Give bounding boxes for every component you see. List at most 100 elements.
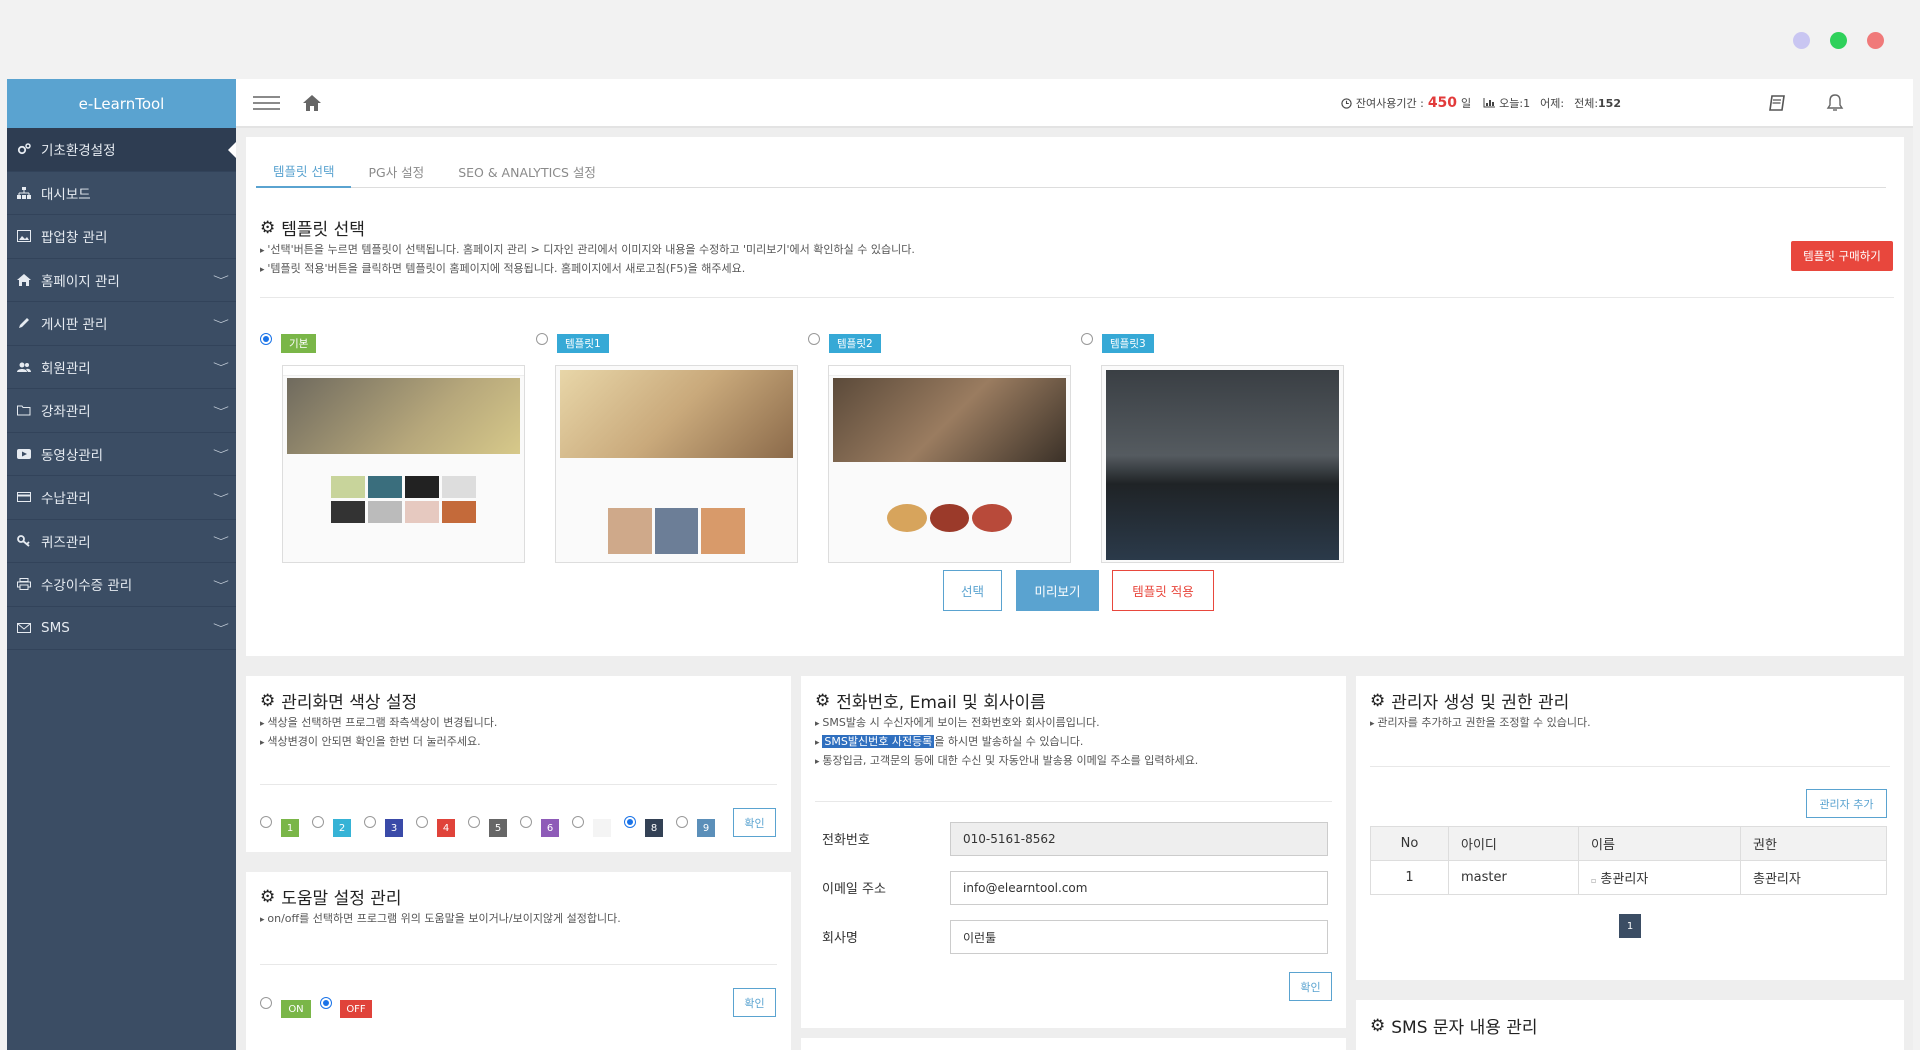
color-radio-1[interactable] — [260, 816, 272, 828]
mail-icon — [17, 622, 31, 634]
cell-role: 총관리자 — [1740, 860, 1887, 895]
brand-logo[interactable]: e-LearnTool — [7, 79, 236, 128]
total-value: 152 — [1598, 96, 1621, 110]
template-tag-2: 템플릿2 — [829, 334, 881, 353]
chevron-down-icon[interactable]: ﹀ — [213, 490, 229, 505]
color-swatch-7: 7 — [593, 819, 611, 837]
help-off-radio[interactable] — [320, 997, 332, 1009]
window-controls — [1793, 32, 1884, 49]
template-radio-default[interactable] — [260, 333, 272, 345]
chevron-down-icon[interactable]: ﹀ — [213, 316, 229, 331]
color-desc-2: 색상변경이 안되면 확인을 한번 더 눌러주세요. — [260, 733, 497, 752]
color-swatch-2: 2 — [333, 819, 351, 837]
book-icon[interactable] — [1768, 93, 1788, 113]
color-radio-5[interactable] — [468, 816, 480, 828]
template-select-button[interactable]: 선택 — [943, 570, 1002, 611]
hamburger-menu-icon[interactable] — [253, 95, 280, 110]
company-field[interactable]: 이런툴 — [950, 920, 1328, 954]
template-desc-2: '템플릿 적용'버튼을 클릭하면 템플릿이 홈페이지에 적용됩니다. 홈페이지에… — [260, 260, 915, 279]
admin-section-title: ⚙ 관리자 생성 및 권한 관리 — [1370, 688, 1569, 714]
period-value: 450 — [1427, 95, 1458, 111]
help-confirm-button[interactable]: 확인 — [733, 988, 776, 1017]
contact-confirm-button[interactable]: 확인 — [1289, 972, 1332, 1001]
sidebar-item-3[interactable]: 홈페이지 관리 ﹀ — [7, 259, 236, 302]
help-section-title: ⚙ 도움말 설정 관리 — [260, 884, 402, 910]
divider — [260, 784, 777, 785]
divider — [815, 801, 1332, 802]
template-section-title: ⚙ 템플릿 선택 — [260, 215, 365, 241]
template-desc-1: '선택'버튼을 누르면 템플릿이 선택됩니다. 홈페이지 관리 > 디자인 관리… — [260, 241, 914, 260]
table-row[interactable]: 1 master ▫ 총관리자 총관리자 — [1370, 860, 1887, 895]
template-title-text: 템플릿 선택 — [281, 220, 365, 240]
sms-preregister-link[interactable]: SMS발신번호 사전등록 — [822, 735, 935, 748]
color-radio-2[interactable] — [312, 816, 324, 828]
color-radio-3[interactable] — [364, 816, 376, 828]
template-preview-button[interactable]: 미리보기 — [1016, 570, 1099, 611]
window-dot-1[interactable] — [1793, 32, 1810, 49]
col-id: 아이디 — [1448, 826, 1579, 861]
sidebar-item-2[interactable]: 팝업창 관리 — [7, 215, 236, 259]
sitemap-icon — [17, 186, 31, 199]
tab-template[interactable]: 템플릿 선택 — [256, 155, 352, 188]
template-thumbnail-3[interactable] — [1101, 365, 1344, 563]
sidebar-menu: 기초환경설정 대시보드 팝업창 관리 홈페이지 관리 ﹀ 게시판 관리 ﹀ 회원관리 ﹀ 강좌관리… — [7, 128, 236, 650]
help-description: on/off를 선택하면 프로그램 위의 도움말을 보이거나/보이지않게 설정합… — [260, 910, 620, 929]
color-confirm-button[interactable]: 확인 — [733, 808, 776, 837]
color-radio-9[interactable] — [676, 816, 688, 828]
contact-desc-2-rest: 을 하시면 발송하실 수 있습니다. — [934, 735, 1084, 748]
template-radio-3[interactable] — [1081, 333, 1093, 345]
add-admin-button[interactable]: 관리자 추가 — [1806, 789, 1887, 818]
sidebar-item-0[interactable]: 기초환경설정 — [7, 128, 236, 172]
email-field[interactable]: info@elearntool.com — [950, 871, 1328, 905]
chevron-down-icon[interactable]: ﹀ — [213, 359, 229, 374]
chevron-down-icon[interactable]: ﹀ — [213, 446, 229, 461]
gears-icon — [17, 143, 31, 155]
tab-pg[interactable]: PG사 설정 — [351, 155, 441, 188]
chevron-down-icon[interactable]: ﹀ — [213, 533, 229, 548]
chevron-down-icon[interactable]: ﹀ — [213, 577, 229, 592]
gear-icon: ⚙ — [260, 690, 276, 711]
divider — [260, 964, 777, 965]
sidebar-item-1[interactable]: 대시보드 — [7, 172, 236, 215]
color-radio-6[interactable] — [520, 816, 532, 828]
col-role: 권한 — [1740, 826, 1887, 861]
chevron-down-icon[interactable]: ﹀ — [213, 620, 229, 635]
contact-desc-2: SMS발신번호 사전등록을 하시면 발송하실 수 있습니다. — [815, 733, 1198, 752]
sidebar-item-5[interactable]: 회원관리 ﹀ — [7, 346, 236, 389]
bell-icon[interactable] — [1825, 93, 1845, 113]
template-thumbnail-default[interactable] — [282, 365, 525, 563]
color-radio-4[interactable] — [416, 816, 428, 828]
chevron-down-icon[interactable]: ﹀ — [213, 403, 229, 418]
tab-seo[interactable]: SEO & ANALYTICS 설정 — [441, 155, 613, 188]
template-thumbnail-2[interactable] — [828, 365, 1071, 563]
chevron-down-icon[interactable]: ﹀ — [213, 272, 229, 287]
window-dot-2[interactable] — [1830, 32, 1847, 49]
template-radio-1[interactable] — [536, 333, 548, 345]
cell-name: ▫ 총관리자 — [1578, 860, 1741, 895]
help-on-radio[interactable] — [260, 997, 272, 1009]
window-dot-3[interactable] — [1867, 32, 1884, 49]
sidebar-item-10[interactable]: 수강이수증 관리 ﹀ — [7, 563, 236, 607]
bar-chart-icon — [1483, 98, 1496, 108]
sidebar-item-9[interactable]: 퀴즈관리 ﹀ — [7, 520, 236, 563]
printer-icon — [17, 578, 31, 591]
sidebar-item-8[interactable]: 수납관리 ﹀ — [7, 476, 236, 520]
sidebar-item-7[interactable]: 동영상관리 ﹀ — [7, 433, 236, 476]
template-thumbnail-1[interactable] — [555, 365, 798, 563]
phone-field[interactable]: 010-5161-8562 — [950, 822, 1328, 856]
template-apply-button[interactable]: 템플릿 적용 — [1112, 570, 1214, 611]
color-radio-7[interactable] — [572, 816, 584, 828]
period-label: 잔여사용기간 : — [1355, 97, 1424, 110]
lower-middle-panel — [801, 1038, 1346, 1050]
home-icon — [17, 273, 31, 286]
total-label: 전체: — [1574, 97, 1599, 110]
color-radio-8[interactable] — [624, 816, 636, 828]
pagination-page[interactable]: 1 — [1619, 914, 1641, 938]
sidebar-item-11[interactable]: SMS ﹀ — [7, 607, 236, 650]
buy-template-button[interactable]: 템플릿 구매하기 — [1791, 241, 1893, 271]
sidebar-item-6[interactable]: 강좌관리 ﹀ — [7, 389, 236, 433]
home-icon[interactable] — [302, 94, 322, 112]
sms-title-text: SMS 문자 내용 관리 — [1391, 1018, 1538, 1038]
template-radio-2[interactable] — [808, 333, 820, 345]
sidebar-item-4[interactable]: 게시판 관리 ﹀ — [7, 302, 236, 346]
